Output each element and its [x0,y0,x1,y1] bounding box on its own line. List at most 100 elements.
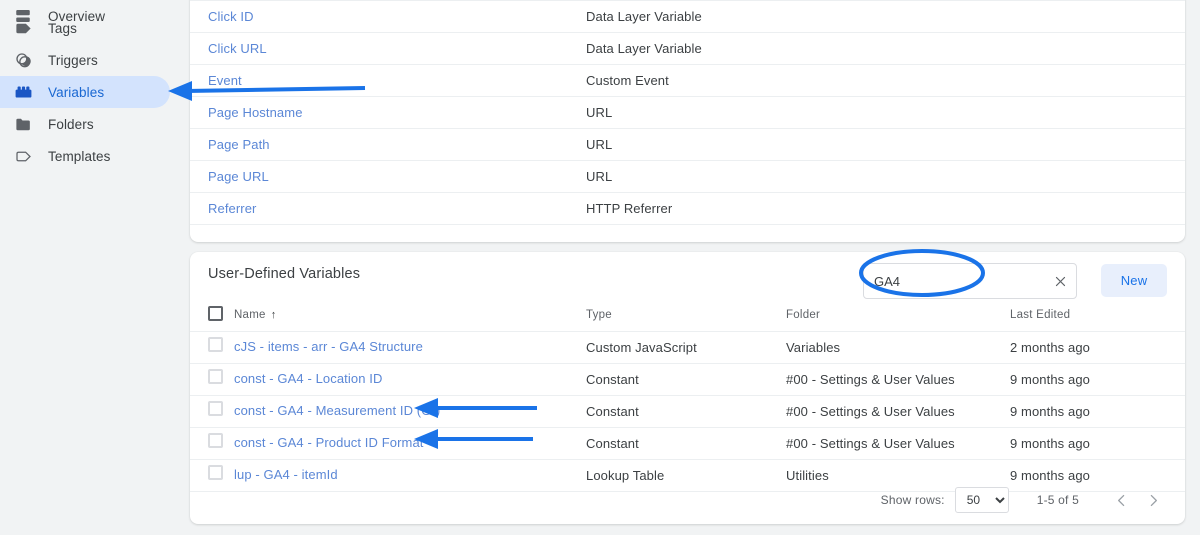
select-all-cell [190,300,234,331]
folder-icon [12,114,34,134]
variable-link[interactable]: lup - GA4 - itemId [234,467,338,482]
variable-last-edited: 9 months ago [1010,435,1090,451]
builtin-variable-link[interactable]: Click ID [208,9,254,24]
variable-folder: Variables [786,339,841,355]
builtin-variable-type: Data Layer Variable [586,40,702,56]
search-box[interactable] [863,263,1077,299]
sidebar-item-label: Tags [48,20,77,36]
sidebar-item-label: Variables [48,84,105,100]
builtin-variable-link[interactable]: Referrer [208,201,256,216]
template-icon [12,146,34,166]
variable-name-cell: const - GA4 - Product ID Format [234,427,586,459]
new-button[interactable]: New [1101,264,1167,297]
select-all-checkbox[interactable] [208,306,223,322]
builtin-variable-type: Custom Event [586,72,669,88]
row-checkbox[interactable] [208,433,223,448]
sidebar-item-label: Templates [48,148,111,164]
sidebar-item-folders[interactable]: Folders [0,108,94,140]
gtm-variables-page: Overview Tags Triggers Variables Folders… [0,0,1200,535]
table-row[interactable]: const - GA4 - Location ID Constant #00 - S… [190,363,1185,395]
builtin-variable-name-cell: Page URL [190,160,586,192]
variable-link[interactable]: const - GA4 - Location ID [234,371,382,386]
user-defined-variables-table: Name ↑ Type Folder Last Edited cJS - item… [190,300,1185,492]
builtin-variable-name-cell: Referrer [190,192,586,224]
user-defined-variables-card: User-Defined Variables New Name ↑ [190,252,1185,524]
variable-link[interactable]: const - GA4 - Product ID Format [234,435,424,450]
row-select-cell [190,427,234,459]
variable-type: Lookup Table [586,467,665,483]
table-row[interactable]: const - GA4 - Product ID Format Constant #… [190,427,1185,459]
builtin-variable-link[interactable]: Page Hostname [208,105,303,120]
variable-name-cell: const - GA4 - Measurement ID (G-) [234,395,586,427]
sidebar-item-variables[interactable]: Variables [0,76,170,108]
column-header-last-edited[interactable]: Last Edited [1010,300,1185,331]
column-header-folder[interactable]: Folder [786,300,1010,331]
variable-folder: #00 - Settings & User Values [786,371,955,387]
builtin-variable-type: URL [586,136,613,152]
variable-last-edited: 2 months ago [1010,339,1090,355]
close-icon[interactable] [1047,268,1073,294]
variable-link[interactable]: const - GA4 - Measurement ID (G-) [234,403,440,418]
variable-name-cell: const - GA4 - Location ID [234,363,586,395]
column-header-name[interactable]: Name ↑ [234,300,586,331]
builtin-variable-name-cell: Click ID [190,0,586,32]
builtin-variable-name-cell: Page Path [190,128,586,160]
row-checkbox[interactable] [208,465,223,480]
chevron-right-icon[interactable] [1137,486,1169,514]
sort-ascending-icon: ↑ [270,309,277,322]
section-title: User-Defined Variables [208,266,361,282]
variable-last-edited: 9 months ago [1010,403,1090,419]
table-row[interactable]: Referrer HTTP Referrer [190,192,1185,224]
variables-icon [12,82,34,102]
row-checkbox[interactable] [208,401,223,416]
builtin-variable-type: Data Layer Variable [586,8,702,24]
table-row[interactable]: Page Hostname URL [190,96,1185,128]
variable-type: Constant [586,403,639,419]
builtin-variable-type: URL [586,104,613,120]
builtin-variable-link[interactable]: Event [208,73,242,88]
show-rows-label: Show rows: [880,493,945,507]
variable-type: Constant [586,371,639,387]
column-header-name-label: Name [234,309,266,322]
tag-icon [12,18,34,38]
table-row[interactable]: Page URL URL [190,160,1185,192]
variable-link[interactable]: cJS - items - arr - GA4 Structure [234,339,423,354]
sidebar-item-triggers[interactable]: Triggers [0,44,98,76]
builtin-variable-link[interactable]: Click URL [208,41,267,56]
builtin-variable-name-cell: Click URL [190,32,586,64]
variable-last-edited: 9 months ago [1010,371,1090,387]
row-select-cell [190,459,234,491]
table-row[interactable]: cJS - items - arr - GA4 Structure Custom … [190,331,1185,363]
rows-per-page-select[interactable]: 102550100 [954,487,1009,513]
variable-type: Constant [586,435,639,451]
variable-name-cell: cJS - items - arr - GA4 Structure [234,331,586,363]
variable-folder: #00 - Settings & User Values [786,403,955,419]
trigger-icon [12,50,34,70]
builtin-variable-type: HTTP Referrer [586,200,673,216]
table-row[interactable]: Event Custom Event [190,64,1185,96]
chevron-left-icon[interactable] [1105,486,1137,514]
variable-type: Custom JavaScript [586,339,697,355]
builtin-variable-link[interactable]: Page URL [208,169,269,184]
row-select-cell [190,363,234,395]
sidebar-item-tags[interactable]: Tags [0,12,77,44]
sidebar-nav: Overview Tags Triggers Variables Folders… [0,0,176,535]
table-row[interactable]: Click ID Data Layer Variable [190,0,1185,32]
pagination-range: 1-5 of 5 [1036,493,1079,507]
builtin-variable-name-cell: Event [190,64,586,96]
builtin-variable-link[interactable]: Page Path [208,137,270,152]
row-checkbox[interactable] [208,369,223,384]
variable-folder: #00 - Settings & User Values [786,435,955,451]
table-row[interactable]: const - GA4 - Measurement ID (G-) Constan… [190,395,1185,427]
table-header-row: Name ↑ Type Folder Last Edited [190,300,1185,331]
sidebar-item-label: Triggers [48,52,98,68]
search-input[interactable] [864,264,1034,298]
table-row[interactable]: Click URL Data Layer Variable [190,32,1185,64]
row-checkbox[interactable] [208,337,223,352]
sidebar-item-templates[interactable]: Templates [0,140,110,172]
table-row[interactable]: Page Path URL [190,128,1185,160]
builtin-variable-name-cell: Page Hostname [190,96,586,128]
column-header-type[interactable]: Type [586,300,786,331]
builtin-variable-type: URL [586,168,613,184]
builtin-variables-table: Click ClassesData Layer VariableClick ID… [190,0,1185,225]
